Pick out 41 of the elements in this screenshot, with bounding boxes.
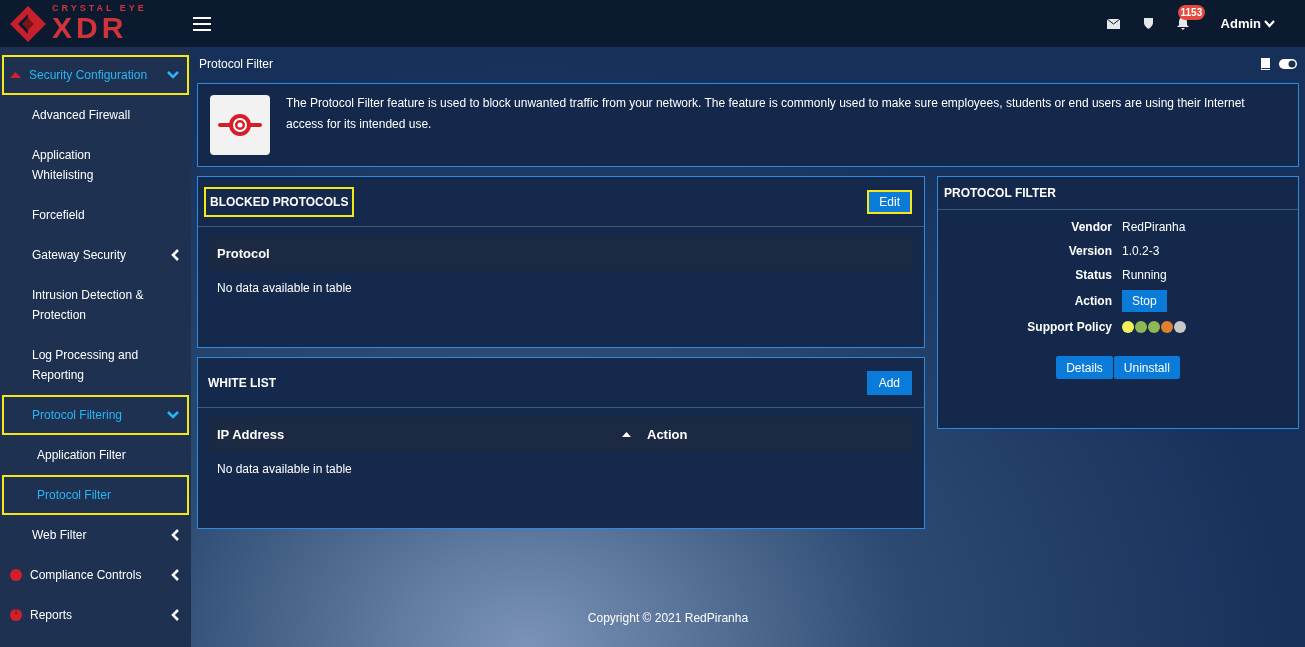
notification-badge: 1153 — [1177, 5, 1206, 20]
page-title: Protocol Filter — [199, 56, 274, 73]
brand-tagline: CRYSTAL EYE — [52, 4, 147, 13]
sidebar-item[interactable]: Compliance Controls — [2, 555, 189, 595]
panel-title: PROTOCOL FILTER — [944, 185, 1056, 202]
field-value: 1.0.2-3 — [1122, 243, 1160, 260]
feature-description: The Protocol Filter feature is used to block unwanted traffic from your network. The feature is commonly used to make sure employees, students or end users are using their Internet access for its intended use. — [286, 95, 1246, 133]
empty-table-message: No data available in table — [216, 461, 353, 478]
panel-button[interactable]: Add — [866, 370, 912, 395]
sidebar-item[interactable]: Reports — [2, 595, 189, 635]
field-label: Status — [1074, 267, 1112, 284]
column-header[interactable]: IP Address — [209, 424, 639, 445]
sidebar-item[interactable]: Application Filter — [2, 435, 189, 475]
sidebar-item[interactable]: Web Filter — [2, 515, 189, 555]
empty-table-message: No data available in table — [216, 280, 353, 297]
sidebar-item[interactable]: Protocol Filtering — [2, 395, 189, 435]
column-header[interactable]: Action — [639, 424, 913, 445]
sidebar-item[interactable]: Protocol Filter — [2, 475, 189, 515]
sidebar-item[interactable]: Intrusion Detection & Protection — [2, 275, 189, 335]
sidebar-item[interactable]: Forcefield — [2, 195, 189, 235]
panel-title: WHITE LIST — [207, 374, 277, 392]
field-value: RedPiranha — [1122, 219, 1186, 236]
stop-button[interactable]: Stop — [1122, 290, 1167, 312]
panel-button[interactable]: Edit — [867, 189, 912, 214]
sidebar-item[interactable]: Advanced Firewall — [2, 95, 189, 135]
field-label: Version — [1067, 243, 1112, 260]
field-value: Running — [1122, 267, 1167, 284]
action-button[interactable]: Uninstall — [1113, 356, 1180, 379]
user-menu[interactable]: Admin — [1220, 13, 1275, 34]
field-label: Vendor — [1070, 219, 1112, 236]
copyright-text: Copyright © 2021 RedPiranha — [587, 610, 749, 627]
action-button[interactable]: Details — [1056, 356, 1113, 379]
sidebar-item[interactable]: Log Processing and Reporting — [2, 335, 189, 395]
column-header[interactable]: Protocol — [209, 243, 913, 264]
panel-title: BLOCKED PROTOCOLS — [204, 186, 355, 217]
sidebar-item[interactable]: Gateway Security — [2, 235, 189, 275]
field-label: Support Policy — [1026, 319, 1112, 336]
brand-name: XDR — [52, 13, 129, 43]
field-label: Action — [1073, 293, 1112, 310]
sidebar-item[interactable]: Security Configuration — [2, 55, 189, 95]
sidebar-item[interactable]: Application Whitelisting — [2, 135, 189, 195]
